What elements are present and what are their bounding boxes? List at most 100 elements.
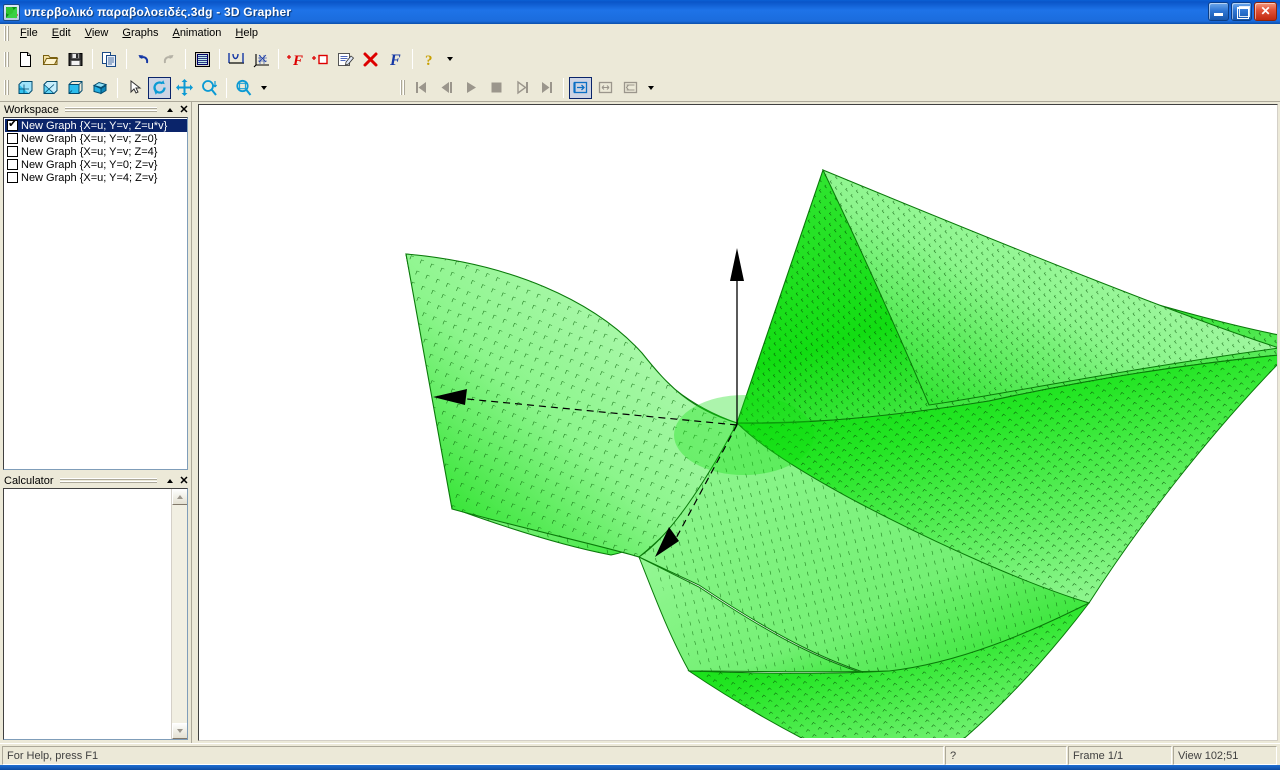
toolbar-separator	[117, 77, 118, 98]
menu-view[interactable]: View	[78, 25, 116, 42]
toolbar-overflow-chevron-down-icon[interactable]	[444, 49, 456, 69]
app-3d-grapher-icon	[3, 3, 20, 21]
calculator-collapse-icon[interactable]	[163, 474, 177, 487]
workspace-panel-header: Workspace ✕	[0, 102, 191, 117]
list-item-label: New Graph {X=u; Y=v; Z=4}	[21, 145, 158, 158]
list-item[interactable]: New Graph {X=u; Y=4; Z=v}	[5, 171, 187, 184]
toolbar-animation-grip[interactable]	[399, 80, 406, 95]
list-item[interactable]: New Graph {X=u; Y=v; Z=0}	[5, 132, 187, 145]
zoom-magnifier-icon[interactable]	[198, 77, 221, 99]
help-question-icon[interactable]: ?	[418, 48, 441, 70]
cube-view-front-icon[interactable]	[14, 77, 37, 99]
status-view: View 102;51	[1173, 746, 1277, 765]
calculator-input[interactable]	[4, 489, 171, 739]
scroll-up-icon[interactable]	[172, 489, 187, 505]
add-object-icon[interactable]	[309, 48, 332, 70]
frame-single-icon[interactable]	[569, 76, 592, 99]
cube-solid-icon[interactable]	[89, 77, 112, 99]
stop-icon[interactable]	[485, 77, 508, 99]
graph-canvas[interactable]	[198, 104, 1278, 741]
list-item-label: New Graph {X=u; Y=4; Z=v}	[21, 171, 158, 184]
menu-help[interactable]: Help	[228, 25, 265, 42]
list-item[interactable]: New Graph {X=u; Y=v; Z=u*v}	[5, 118, 187, 132]
minimize-button[interactable]	[1208, 2, 1229, 21]
window-controls	[1208, 2, 1277, 21]
zoom-region-icon[interactable]	[232, 77, 255, 99]
toolbar-separator	[412, 49, 413, 69]
workspace-panel: Workspace ✕ New Graph {X=u; Y=v; Z=u*v} …	[0, 102, 191, 473]
play-icon[interactable]	[460, 77, 483, 99]
rotate-icon[interactable]	[148, 76, 171, 99]
status-frame: Frame 1/1	[1068, 746, 1172, 765]
open-folder-icon[interactable]	[39, 48, 62, 70]
svg-text:F: F	[292, 53, 303, 68]
graph-2d-icon[interactable]	[225, 48, 248, 70]
scroll-down-icon[interactable]	[172, 723, 187, 739]
checkbox-icon[interactable]	[7, 146, 18, 157]
checkbox-checked-icon[interactable]	[7, 118, 18, 131]
frame-loop-icon[interactable]	[594, 77, 617, 99]
calculator-panel-grip[interactable]	[59, 477, 157, 484]
list-item[interactable]: New Graph {X=u; Y=v; Z=4}	[5, 145, 187, 158]
copy-pages-icon[interactable]	[98, 48, 121, 70]
toolbar-animation-overflow-chevron-down-icon[interactable]	[645, 78, 657, 98]
edit-properties-icon[interactable]	[334, 48, 357, 70]
select-arrow-icon[interactable]	[123, 77, 146, 99]
cube-view-quad-icon[interactable]	[39, 77, 62, 99]
list-item[interactable]: New Graph {X=u; Y=0; Z=v}	[5, 158, 187, 171]
pan-move-icon[interactable]	[173, 77, 196, 99]
cube-view-wire-icon[interactable]	[64, 77, 87, 99]
menu-file[interactable]: File	[13, 25, 45, 42]
workspace-collapse-icon[interactable]	[163, 103, 177, 116]
new-document-icon[interactable]	[14, 48, 37, 70]
workspace-close-icon[interactable]: ✕	[177, 103, 191, 116]
delete-x-icon[interactable]	[359, 48, 382, 70]
calculator-panel-title: Calculator	[4, 474, 54, 487]
taskbar-strip	[0, 765, 1280, 770]
list-item-label: New Graph {X=u; Y=0; Z=v}	[21, 158, 158, 171]
last-frame-icon[interactable]	[535, 77, 558, 99]
status-bar: For Help, press F1 ? Frame 1/1 View 102;…	[0, 743, 1280, 765]
menu-drag-grip[interactable]	[3, 26, 10, 41]
checkbox-icon[interactable]	[7, 159, 18, 170]
surface-plot-3d	[405, 169, 1277, 738]
title-bar: υπερβολικό παραβολοειδές.3dg - 3D Graphe…	[0, 0, 1280, 24]
toolbar-separator	[563, 77, 564, 98]
menu-graphs[interactable]: Graphs	[115, 25, 165, 42]
toolbar-separator	[278, 49, 279, 69]
workspace-tree-container[interactable]: New Graph {X=u; Y=v; Z=u*v} New Graph {X…	[3, 117, 188, 470]
undo-arrow-icon[interactable]	[132, 48, 155, 70]
graph-tree: New Graph {X=u; Y=v; Z=u*v} New Graph {X…	[4, 118, 187, 184]
restore-icon	[1232, 3, 1251, 20]
application-window: υπερβολικό παραβολοειδές.3dg - 3D Graphe…	[0, 0, 1280, 770]
graph-3d-axes-icon[interactable]	[250, 48, 273, 70]
close-button[interactable]	[1254, 2, 1277, 21]
calculator-close-icon[interactable]: ✕	[177, 474, 191, 487]
save-diskette-icon[interactable]	[64, 48, 87, 70]
function-italic-icon[interactable]: F	[384, 48, 407, 70]
list-item-label: New Graph {X=u; Y=v; Z=0}	[21, 132, 158, 145]
work-area: Workspace ✕ New Graph {X=u; Y=v; Z=u*v} …	[0, 102, 1280, 743]
table-grid-icon[interactable]	[191, 48, 214, 70]
add-function-icon[interactable]: F	[284, 48, 307, 70]
left-dock: Workspace ✕ New Graph {X=u; Y=v; Z=u*v} …	[0, 102, 192, 743]
toolbar-view-grip[interactable]	[3, 80, 10, 95]
status-question: ?	[945, 746, 1067, 765]
step-forward-icon[interactable]	[510, 77, 533, 99]
frame-bounce-icon[interactable]	[619, 77, 642, 99]
step-back-icon[interactable]	[435, 77, 458, 99]
checkbox-icon[interactable]	[7, 133, 18, 144]
toolbar-main-grip[interactable]	[3, 51, 10, 67]
menu-edit[interactable]: Edit	[45, 25, 78, 42]
restore-button[interactable]	[1231, 2, 1252, 21]
checkbox-icon[interactable]	[7, 172, 18, 183]
menu-animation[interactable]: Animation	[165, 25, 228, 42]
toolbar-main: F F ?	[0, 44, 1280, 74]
toolbar-view-overflow-chevron-down-icon[interactable]	[258, 78, 270, 98]
menu-bar: File Edit View Graphs Animation Help	[0, 24, 1280, 44]
calculator-scrollbar[interactable]	[171, 489, 187, 739]
workspace-panel-grip[interactable]	[64, 106, 157, 113]
window-title: υπερβολικό παραβολοειδές.3dg - 3D Graphe…	[24, 5, 292, 19]
first-frame-icon[interactable]	[410, 77, 433, 99]
redo-arrow-icon[interactable]	[157, 48, 180, 70]
